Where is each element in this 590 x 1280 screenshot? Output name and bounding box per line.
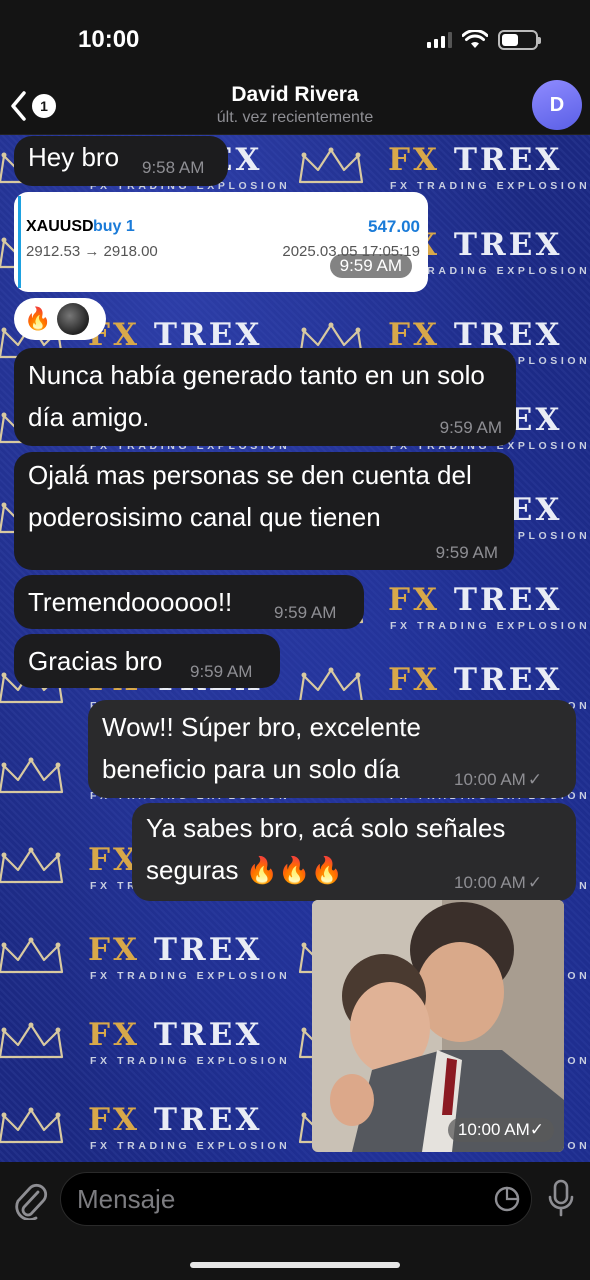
message-bubble[interactable]: Tremendoooooo!! 9:59 AM — [14, 575, 364, 629]
trade-profit: 547.00 — [368, 217, 420, 236]
fx-trex-watermark: FX TREX FX TRADING EXPLOSION — [0, 930, 296, 1000]
message-time: 9:59 AM — [274, 603, 337, 622]
message-bubble[interactable]: Nunca había generado tanto en un solo dí… — [14, 348, 516, 446]
message-text: Gracias bro — [28, 646, 163, 676]
message-text: Hey bro — [28, 142, 120, 172]
contact-avatar[interactable]: D — [532, 80, 582, 130]
watermark-title: FX TREX — [388, 142, 563, 178]
trade-side: buy 1 — [93, 218, 135, 235]
crown-icon — [0, 846, 66, 886]
photo-message[interactable]: 10:00 AM✓ — [312, 900, 564, 1152]
message-time-label: 10:00 AM — [457, 1120, 530, 1139]
photo-image — [312, 900, 564, 1152]
crown-icon — [0, 936, 66, 976]
crown-icon — [0, 756, 66, 796]
message-time: 10:00 AM✓ — [454, 873, 542, 893]
read-check-icon: ✓ — [527, 770, 543, 789]
contact-last-seen: últ. vez recientemente — [216, 109, 374, 126]
message-time: 10:00 AM✓ — [454, 770, 542, 790]
message-time: 9:58 AM — [142, 158, 205, 177]
fire-reaction-icon: 🔥 — [24, 306, 52, 331]
message-time: 10:00 AM✓ — [447, 1118, 554, 1142]
message-text: Wow!! Súper bro, excelente beneficio par… — [102, 712, 421, 784]
chat-header: 1 David Rivera últ. vez recientemente D — [0, 80, 590, 135]
message-text: Tremendoooooo!! — [28, 587, 233, 617]
paperclip-icon[interactable] — [12, 1180, 48, 1220]
message-reactions[interactable]: 🔥 — [14, 298, 106, 340]
message-time: 9:59 AM — [329, 254, 412, 278]
message-bubble-outgoing[interactable]: Wow!! Súper bro, excelente beneficio par… — [88, 700, 576, 798]
watermark-title: FX TREX — [388, 582, 563, 618]
message-bubble-outgoing[interactable]: Ya sabes bro, acá solo señales seguras 🔥… — [132, 803, 576, 901]
watermark-subtitle: FX TRADING EXPLOSION — [90, 1055, 291, 1067]
watermark-title: FX TREX — [88, 1017, 263, 1053]
message-bubble[interactable]: Gracias bro 9:59 AM — [14, 634, 280, 688]
composer-bar — [0, 1162, 590, 1280]
message-text: Nunca había generado tanto en un solo dí… — [28, 360, 485, 432]
watermark-title: FX TREX — [88, 932, 263, 968]
message-bubble[interactable]: Ojalá mas personas se den cuenta del pod… — [14, 452, 514, 570]
message-bubble[interactable]: Hey bro 9:58 AM — [14, 136, 228, 186]
battery-icon — [498, 30, 541, 50]
watermark-title: FX TREX — [388, 662, 563, 698]
read-check-icon: ✓ — [529, 1120, 544, 1139]
trade-symbol: XAUUSD — [26, 218, 94, 235]
contact-name[interactable]: David Rivera — [0, 83, 590, 107]
crown-icon — [0, 1106, 66, 1146]
message-time: 9:59 AM — [190, 662, 253, 681]
message-time: 9:59 AM — [439, 418, 502, 437]
crown-icon — [296, 146, 366, 186]
status-icons — [427, 30, 541, 50]
crown-icon — [0, 1021, 66, 1061]
read-check-icon: ✓ — [527, 873, 543, 892]
message-time: 9:59 AM — [435, 543, 498, 562]
microphone-icon[interactable] — [546, 1178, 576, 1218]
watermark-subtitle: FX TRADING EXPLOSION — [390, 620, 590, 632]
cellular-signal-icon — [427, 32, 452, 48]
sticker-icon[interactable] — [493, 1185, 521, 1213]
home-indicator — [190, 1262, 400, 1268]
message-field[interactable] — [60, 1172, 532, 1226]
wifi-icon — [462, 30, 488, 48]
message-input[interactable] — [77, 1173, 487, 1225]
status-bar: 10:00 — [0, 0, 590, 80]
trade-result-card[interactable]: XAUUSD buy 1 547.00 2912.53 → 2918.00 20… — [14, 192, 428, 292]
reactor-avatar — [57, 303, 90, 335]
status-time: 10:00 — [78, 26, 140, 53]
fx-trex-watermark: FX TREX FX TRADING EXPLOSION — [0, 1100, 296, 1170]
message-text: Ojalá mas personas se den cuenta del pod… — [28, 460, 472, 532]
watermark-title: FX TREX — [88, 1102, 263, 1138]
message-time-label: 10:00 AM — [454, 770, 526, 789]
watermark-subtitle: FX TRADING EXPLOSION — [90, 1140, 291, 1152]
watermark-subtitle: FX TRADING EXPLOSION — [390, 180, 590, 192]
watermark-subtitle: FX TRADING EXPLOSION — [90, 970, 291, 982]
message-time-label: 10:00 AM — [454, 873, 526, 892]
trade-prices: 2912.53 → 2918.00 — [26, 243, 158, 260]
fx-trex-watermark: FX TREX FX TRADING EXPLOSION — [0, 1015, 296, 1085]
